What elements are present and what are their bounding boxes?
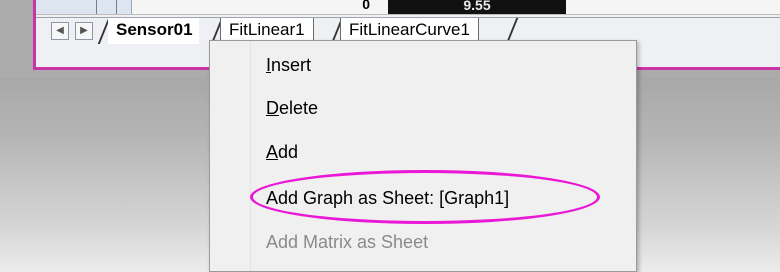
menu-item-label: dd xyxy=(278,142,299,162)
menu-item-insert[interactable]: Insert xyxy=(251,45,635,85)
menu-item-label: Add Matrix as Sheet xyxy=(266,232,429,252)
menu-item-add-matrix-as-sheet: Add Matrix as Sheet xyxy=(251,222,635,262)
row-header-divider xyxy=(96,0,97,14)
triangle-left-icon: ◀ xyxy=(56,25,64,36)
row-header xyxy=(36,0,132,14)
menu-item-add[interactable]: Add xyxy=(251,132,635,172)
context-menu: Insert Delete Add Add Graph as Sheet: [G… xyxy=(209,40,637,272)
menu-accelerator: D xyxy=(266,98,279,118)
menu-item-delete[interactable]: Delete xyxy=(251,88,635,128)
tab-prev-button[interactable]: ◀ xyxy=(51,22,69,40)
tab-sensor01[interactable]: Sensor01 xyxy=(108,18,199,44)
row-header-divider xyxy=(116,0,117,14)
menu-accelerator: A xyxy=(266,142,279,162)
tab-next-button[interactable]: ▶ xyxy=(75,22,93,40)
selected-cell[interactable]: 9.55 xyxy=(388,0,566,14)
menu-item-label: nsert xyxy=(271,55,312,75)
menu-icon-gutter xyxy=(210,41,251,271)
worksheet-grid: 0 9.55 xyxy=(36,0,780,15)
menu-item-label: elete xyxy=(279,98,319,118)
menu-item-add-graph-as-sheet[interactable]: Add Graph as Sheet: [Graph1] xyxy=(251,178,635,218)
triangle-right-icon: ▶ xyxy=(80,25,88,36)
cell-value[interactable]: 0 xyxy=(326,0,370,14)
menu-item-label: Add Graph as Sheet: [Graph1] xyxy=(266,188,510,208)
